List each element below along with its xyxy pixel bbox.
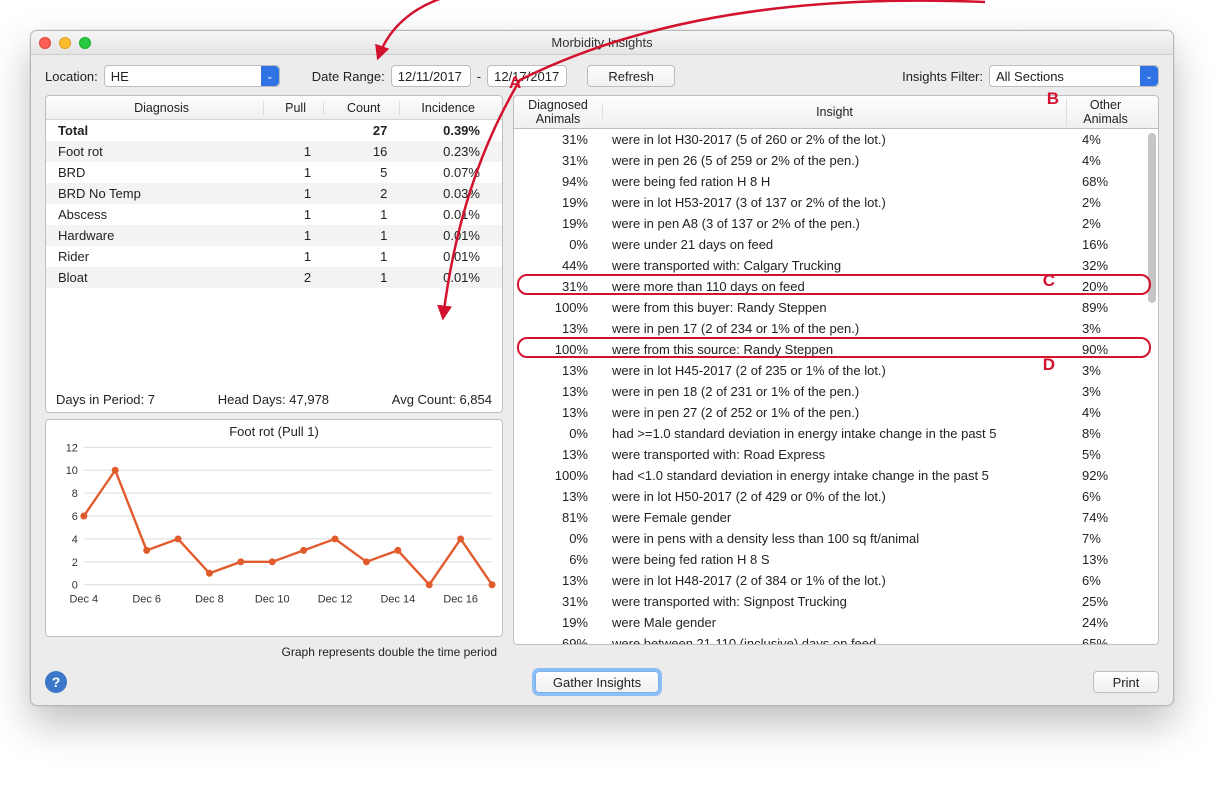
gather-insights-button[interactable]: Gather Insights [535, 671, 659, 693]
table-header: Diagnosis Pull Count Incidence [46, 96, 502, 120]
svg-text:Dec 16: Dec 16 [443, 594, 478, 606]
list-item[interactable]: 0%were in pens with a density less than … [514, 528, 1158, 549]
chart-title: Foot rot (Pull 1) [46, 420, 502, 439]
avg-count: Avg Count: 6,854 [392, 392, 492, 407]
location-select[interactable]: HE ⌄ [104, 65, 280, 87]
list-item[interactable]: 100%had <1.0 standard deviation in energ… [514, 465, 1158, 486]
table-row[interactable]: Abscess110.01% [46, 204, 502, 225]
footer: ? Gather Insights Print [31, 667, 1173, 705]
svg-text:4: 4 [72, 534, 78, 546]
list-item[interactable]: 0%had >=1.0 standard deviation in energy… [514, 423, 1158, 444]
list-item[interactable]: 13%were in pen 17 (2 of 234 or 1% of the… [514, 318, 1158, 339]
annotation-b: B [1047, 89, 1059, 109]
date-to-input[interactable]: 12/17/2017 [487, 65, 567, 87]
date-from-input[interactable]: 12/11/2017 [391, 65, 471, 87]
chevron-updown-icon: ⌄ [261, 66, 279, 86]
list-item[interactable]: 6%were being fed ration H 8 S13% [514, 549, 1158, 570]
list-item[interactable]: 94%were being fed ration H 8 H68% [514, 171, 1158, 192]
refresh-button[interactable]: Refresh [587, 65, 675, 87]
list-item[interactable]: 13%were in lot H50-2017 (2 of 429 or 0% … [514, 486, 1158, 507]
list-item[interactable]: 69%were between 21-110 (inclusive) days … [514, 633, 1158, 645]
annotation-a: A [509, 73, 521, 93]
svg-text:10: 10 [66, 465, 78, 477]
list-item[interactable]: 0%were under 21 days on feed16% [514, 234, 1158, 255]
window-title: Morbidity Insights [31, 35, 1173, 50]
list-item[interactable]: 31%were transported with: Signpost Truck… [514, 591, 1158, 612]
list-item[interactable]: 13%were in pen 18 (2 of 231 or 1% of the… [514, 381, 1158, 402]
table-row[interactable]: Bloat210.01% [46, 267, 502, 288]
svg-text:0: 0 [72, 580, 78, 592]
head-days: Head Days: 47,978 [218, 392, 329, 407]
list-item[interactable]: 19%were in lot H53-2017 (3 of 137 or 2% … [514, 192, 1158, 213]
svg-text:Dec 4: Dec 4 [70, 594, 99, 606]
table-row[interactable]: Total270.39% [46, 120, 502, 141]
list-item[interactable]: 13%were in lot H48-2017 (2 of 384 or 1% … [514, 570, 1158, 591]
filter-label: Insights Filter: [902, 69, 983, 84]
svg-text:Dec 6: Dec 6 [132, 594, 161, 606]
list-item[interactable]: 44%were transported with: Calgary Trucki… [514, 255, 1158, 276]
annotation-c: C [1043, 271, 1055, 291]
days-in-period: Days in Period: 7 [56, 392, 155, 407]
help-icon[interactable]: ? [45, 671, 67, 693]
list-item[interactable]: 19%were in pen A8 (3 of 137 or 2% of the… [514, 213, 1158, 234]
insights-header: Diagnosed Animals Insight Other Animals [513, 95, 1159, 129]
table-row[interactable]: Foot rot1160.23% [46, 141, 502, 162]
table-row[interactable]: BRD No Temp120.03% [46, 183, 502, 204]
svg-text:6: 6 [72, 511, 78, 523]
list-item[interactable]: 31%were in lot H30-2017 (5 of 260 or 2% … [514, 129, 1158, 150]
print-button[interactable]: Print [1093, 671, 1159, 693]
location-label: Location: [45, 69, 98, 84]
toolbar: Location: HE ⌄ Date Range: 12/11/2017 - … [31, 55, 1173, 95]
daterange-label: Date Range: [312, 69, 385, 84]
list-item[interactable]: 81%were Female gender74% [514, 507, 1158, 528]
diagnosis-table[interactable]: Diagnosis Pull Count Incidence Total270.… [45, 95, 503, 413]
table-row[interactable]: BRD150.07% [46, 162, 502, 183]
chevron-updown-icon: ⌄ [1140, 66, 1158, 86]
line-chart: 0 2 4 6 8 10 12 Dec 4 Dec 6 Dec 8 Dec 10 Dec 12 Dec … [46, 439, 502, 609]
filter-select[interactable]: All Sections ⌄ [989, 65, 1159, 87]
svg-text:Dec 8: Dec 8 [195, 594, 224, 606]
chart-panel: Foot rot (Pull 1) 0 2 4 6 8 10 12 Dec 4 Dec 6 Dec… [45, 419, 503, 637]
chart-note: Graph represents double the time period [45, 643, 503, 659]
table-row[interactable]: Rider110.01% [46, 246, 502, 267]
svg-text:2: 2 [72, 557, 78, 569]
app-window: Morbidity Insights Location: HE ⌄ Date R… [30, 30, 1174, 706]
svg-text:Dec 14: Dec 14 [381, 594, 416, 606]
annotation-d: D [1043, 355, 1055, 375]
list-item[interactable]: 31%were in pen 26 (5 of 259 or 2% of the… [514, 150, 1158, 171]
list-item[interactable]: 100%were from this buyer: Randy Steppen8… [514, 297, 1158, 318]
svg-text:12: 12 [66, 442, 78, 454]
svg-text:Dec 12: Dec 12 [318, 594, 353, 606]
insights-list[interactable]: 31%were in lot H30-2017 (5 of 260 or 2% … [513, 129, 1159, 645]
list-item[interactable]: 13%were transported with: Road Express5% [514, 444, 1158, 465]
list-item[interactable]: 13%were in lot H45-2017 (2 of 235 or 1% … [514, 360, 1158, 381]
svg-text:8: 8 [72, 488, 78, 500]
table-row[interactable]: Hardware110.01% [46, 225, 502, 246]
titlebar: Morbidity Insights [31, 31, 1173, 55]
annotation-box-d [517, 337, 1151, 358]
table-footer: Days in Period: 7 Head Days: 47,978 Avg … [50, 389, 498, 410]
svg-text:Dec 10: Dec 10 [255, 594, 290, 606]
list-item[interactable]: 13%were in pen 27 (2 of 252 or 1% of the… [514, 402, 1158, 423]
list-item[interactable]: 19%were Male gender24% [514, 612, 1158, 633]
annotation-box-c [517, 274, 1151, 295]
date-separator: - [477, 69, 481, 84]
